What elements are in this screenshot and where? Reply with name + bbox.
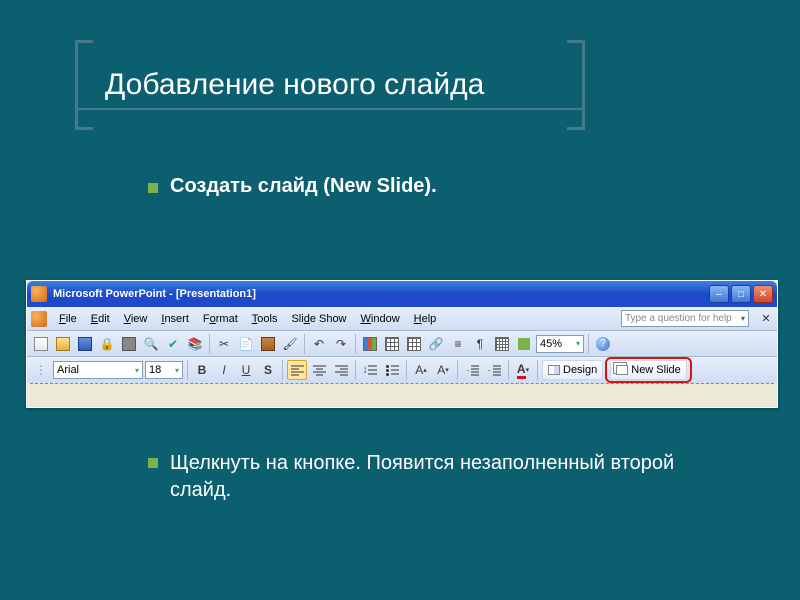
close-button[interactable]: ✕ [753,285,773,303]
increase-indent-button[interactable] [484,360,504,380]
menu-slideshow[interactable]: Slide Show [285,311,352,327]
research-button[interactable]: 📚 [185,334,205,354]
bullet-text-1: Создать слайд (New Slide). [170,175,437,198]
menu-window[interactable]: Window [355,311,406,327]
format-painter-button[interactable]: 🖌 [280,334,300,354]
menu-help[interactable]: Help [408,311,443,327]
italic-button[interactable]: I [214,360,234,380]
open-file-button[interactable] [53,334,73,354]
formatting-toolbar: ⋮ Arial ▾ 18 ▾ B I U S 12 A▴ [27,357,777,383]
show-grid-button[interactable] [492,334,512,354]
print-button[interactable] [119,334,139,354]
torn-edge-decoration [30,383,774,387]
shadow-button[interactable]: S [258,360,278,380]
permission-button[interactable]: 🔒 [97,334,117,354]
menu-insert[interactable]: Insert [155,311,195,327]
toolbar-grip-icon: ⋮ [31,360,51,380]
decrease-font-button[interactable]: A▾ [433,360,453,380]
undo-button[interactable]: ↶ [309,334,329,354]
bracket-right [567,40,585,130]
slide-title-frame: Добавление нового слайда [75,40,585,130]
menu-file[interactable]: File [53,311,83,327]
design-label: Design [563,364,597,376]
bracket-left [75,40,93,130]
standard-toolbar: 🔒 🔍 ✔ 📚 ✂ 📄 🖌 ↶ ↷ 🔗 ≡ ¶ 45% ▾ ? [27,331,777,357]
expand-all-button[interactable]: ≡ [448,334,468,354]
bullet-text-2: Щелкнуть на кнопке. Появится незаполненн… [170,450,690,504]
maximize-button[interactable]: □ [731,285,751,303]
zoom-combo[interactable]: 45% ▾ [536,335,584,353]
redo-button[interactable]: ↷ [331,334,351,354]
insert-hyperlink-button[interactable]: 🔗 [426,334,446,354]
save-button[interactable] [75,334,95,354]
menu-bar: File Edit View Insert Format Tools Slide… [27,307,777,331]
spellcheck-button[interactable]: ✔ [163,334,183,354]
zoom-value: 45% [540,338,562,350]
font-size-combo[interactable]: 18 ▾ [145,361,183,379]
powerpoint-window: Microsoft PowerPoint - [Presentation1] ‒… [26,280,778,408]
font-name-combo[interactable]: Arial ▾ [53,361,143,379]
cut-button[interactable]: ✂ [214,334,234,354]
font-name-value: Arial [57,364,79,376]
bulleted-list-button[interactable] [382,360,402,380]
paste-button[interactable] [258,334,278,354]
new-slide-label: New Slide [631,364,681,376]
slide-title: Добавление нового слайда [105,68,484,102]
powerpoint-app-icon [31,286,47,302]
copy-button[interactable]: 📄 [236,334,256,354]
increase-font-button[interactable]: A▴ [411,360,431,380]
menu-tools[interactable]: Tools [246,311,284,327]
minimize-button[interactable]: ‒ [709,285,729,303]
highlight-annotation: New Slide [605,357,692,383]
menu-edit[interactable]: Edit [85,311,116,327]
titlebar: Microsoft PowerPoint - [Presentation1] ‒… [27,281,777,307]
bullet-marker-icon [148,458,158,468]
font-size-value: 18 [149,364,161,376]
help-button[interactable]: ? [593,334,613,354]
show-formatting-button[interactable]: ¶ [470,334,490,354]
svg-text:2: 2 [364,369,367,374]
align-right-button[interactable] [331,360,351,380]
window-caption: Microsoft PowerPoint - [Presentation1] [53,288,709,300]
powerpoint-doc-icon [31,311,47,327]
align-center-button[interactable] [309,360,329,380]
insert-chart-button[interactable] [360,334,380,354]
align-left-button[interactable] [287,360,307,380]
title-underline [75,108,585,110]
decrease-indent-button[interactable] [462,360,482,380]
numbered-list-button[interactable]: 12 [360,360,380,380]
underline-button[interactable]: U [236,360,256,380]
mdi-close-button[interactable]: ✕ [759,312,773,326]
new-slide-button[interactable]: New Slide [610,360,687,380]
color-grayscale-button[interactable] [514,334,534,354]
menu-format[interactable]: Format [197,311,244,327]
bullet-marker-icon [148,183,158,193]
new-file-button[interactable] [31,334,51,354]
print-preview-button[interactable]: 🔍 [141,334,161,354]
insert-table-button[interactable] [382,334,402,354]
help-placeholder: Type a question for help [625,313,732,324]
menu-view[interactable]: View [118,311,154,327]
tables-borders-button[interactable] [404,334,424,354]
design-icon [548,365,560,375]
bold-button[interactable]: B [192,360,212,380]
help-search-input[interactable]: Type a question for help ▾ [621,310,749,327]
new-slide-icon [616,365,628,375]
design-button[interactable]: Design [542,360,603,380]
font-color-button[interactable]: A ▾ [513,360,533,380]
